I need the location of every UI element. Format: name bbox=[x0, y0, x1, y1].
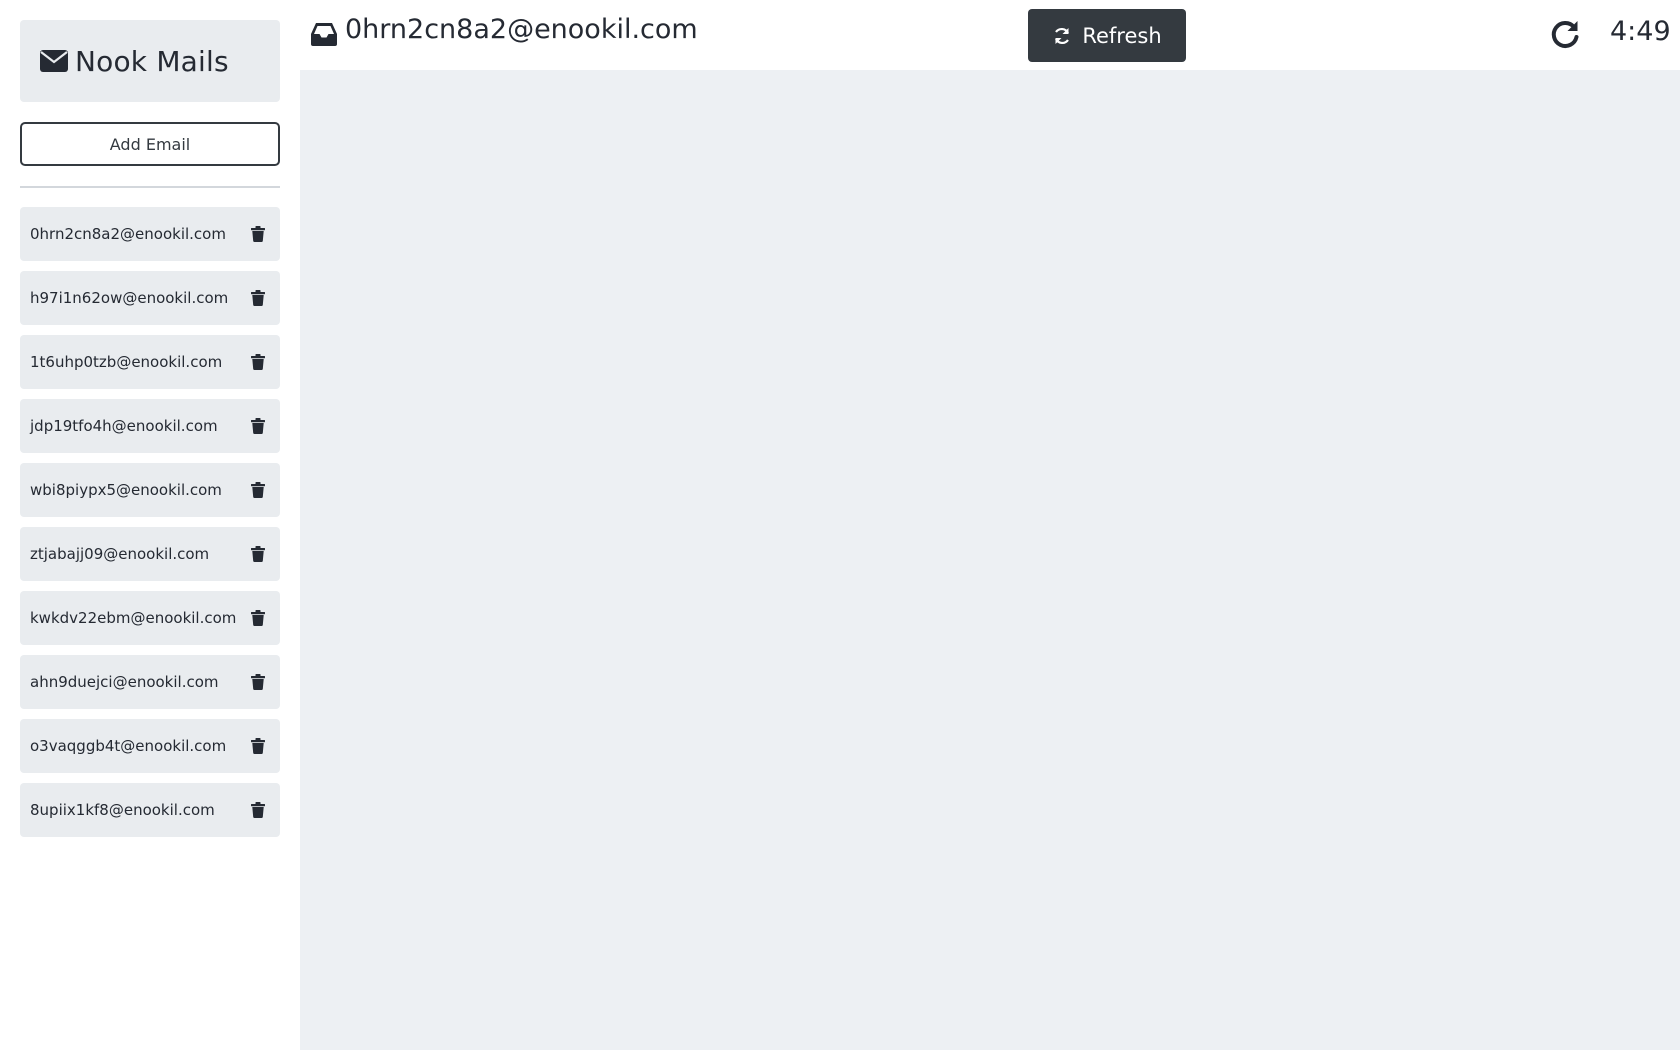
email-address: jdp19tfo4h@enookil.com bbox=[30, 417, 218, 435]
brand-title: Nook Mails bbox=[75, 44, 229, 78]
trash-icon[interactable] bbox=[246, 222, 270, 246]
redo-icon[interactable] bbox=[1549, 18, 1581, 50]
refresh-button[interactable]: Refresh bbox=[1028, 9, 1186, 62]
email-list-item[interactable]: ahn9duejci@enookil.com bbox=[20, 655, 280, 709]
email-list-item[interactable]: 1t6uhp0tzb@enookil.com bbox=[20, 335, 280, 389]
email-list-item[interactable]: jdp19tfo4h@enookil.com bbox=[20, 399, 280, 453]
trash-icon[interactable] bbox=[246, 414, 270, 438]
sidebar-divider bbox=[20, 186, 280, 188]
trash-icon[interactable] bbox=[246, 542, 270, 566]
app-root: Nook Mails Add Email 0hrn2cn8a2@enookil.… bbox=[0, 0, 1680, 1050]
main-content bbox=[300, 70, 1680, 1050]
sidebar: Nook Mails Add Email 0hrn2cn8a2@enookil.… bbox=[0, 0, 300, 1050]
email-address: 0hrn2cn8a2@enookil.com bbox=[30, 225, 226, 243]
trash-icon[interactable] bbox=[246, 350, 270, 374]
inbox-icon bbox=[310, 21, 338, 47]
email-address: 8upiix1kf8@enookil.com bbox=[30, 801, 215, 819]
email-address: 1t6uhp0tzb@enookil.com bbox=[30, 353, 223, 371]
email-list: 0hrn2cn8a2@enookil.com h97i1n62ow@enookil… bbox=[20, 207, 280, 847]
trash-icon[interactable] bbox=[246, 606, 270, 630]
email-address: h97i1n62ow@enookil.com bbox=[30, 289, 229, 307]
trash-icon[interactable] bbox=[246, 478, 270, 502]
email-list-item[interactable]: 8upiix1kf8@enookil.com bbox=[20, 783, 280, 837]
trash-icon[interactable] bbox=[246, 286, 270, 310]
email-address: ahn9duejci@enookil.com bbox=[30, 673, 219, 691]
email-list-item[interactable]: 0hrn2cn8a2@enookil.com bbox=[20, 207, 280, 261]
email-address: o3vaqggb4t@enookil.com bbox=[30, 737, 227, 755]
email-list-item[interactable]: kwkdv22ebm@enookil.com bbox=[20, 591, 280, 645]
add-email-button[interactable]: Add Email bbox=[20, 122, 280, 166]
email-list-item[interactable]: ztjabajj09@enookil.com bbox=[20, 527, 280, 581]
trash-icon[interactable] bbox=[246, 670, 270, 694]
email-address: kwkdv22ebm@enookil.com bbox=[30, 609, 237, 627]
current-address: 0hrn2cn8a2@enookil.com bbox=[345, 14, 698, 45]
trash-icon[interactable] bbox=[246, 734, 270, 758]
email-list-item[interactable]: wbi8piypx5@enookil.com bbox=[20, 463, 280, 517]
email-list-item[interactable]: h97i1n62ow@enookil.com bbox=[20, 271, 280, 325]
email-address: ztjabajj09@enookil.com bbox=[30, 545, 210, 563]
timer: 4:49 bbox=[1610, 16, 1671, 47]
header: 0hrn2cn8a2@enookil.com Refresh 4:49 bbox=[300, 0, 1680, 70]
refresh-label: Refresh bbox=[1082, 23, 1162, 48]
sync-icon bbox=[1052, 26, 1072, 46]
email-list-item[interactable]: o3vaqggb4t@enookil.com bbox=[20, 719, 280, 773]
trash-icon[interactable] bbox=[246, 798, 270, 822]
email-address: wbi8piypx5@enookil.com bbox=[30, 481, 222, 499]
brand-panel: Nook Mails bbox=[20, 20, 280, 102]
envelope-icon bbox=[39, 49, 69, 73]
